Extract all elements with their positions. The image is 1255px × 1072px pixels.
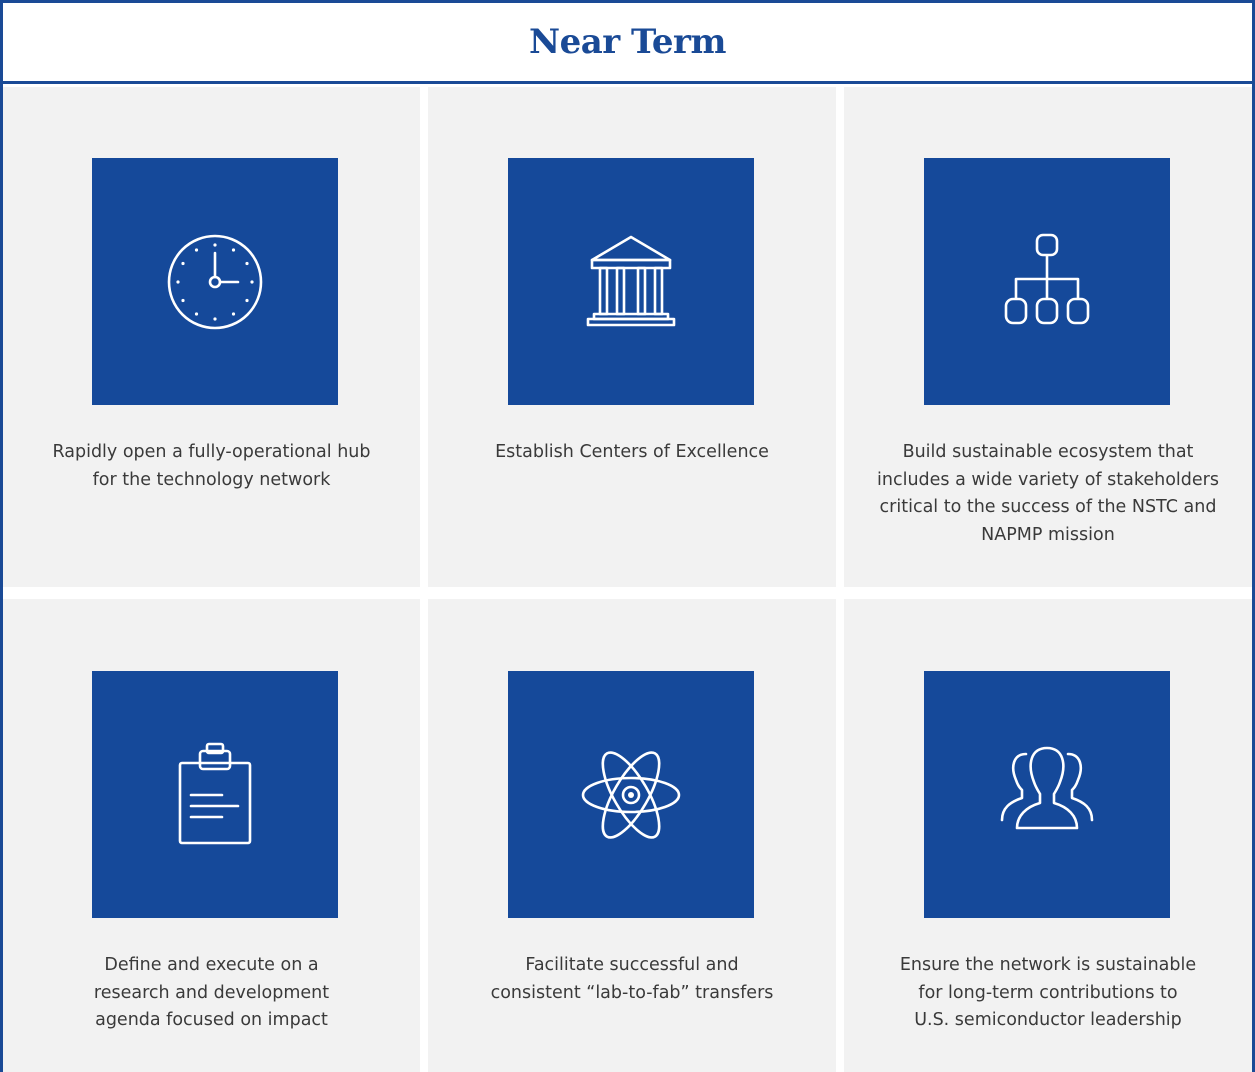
- card-4: Define and execute on a research and dev…: [3, 599, 420, 1072]
- card-caption: Establish Centers of Excellence: [495, 442, 769, 462]
- card-6: Ensure the network is sustainable for lo…: [844, 599, 1252, 1072]
- icon-tile: [924, 671, 1170, 918]
- people-group-icon: [1000, 746, 1094, 829]
- card-3: Build sustainable ecosystem that include…: [844, 87, 1252, 587]
- card-caption: Build sustainable ecosystem that include…: [877, 442, 1219, 545]
- card-2: Establish Centers of Excellence: [428, 87, 836, 587]
- card-1: Rapidly open a fully-operational hub for…: [3, 87, 420, 587]
- card-5: Facilitate successful and consistent “la…: [428, 599, 836, 1072]
- org-chart-icon: [1004, 233, 1090, 324]
- clipboard-icon: [178, 742, 252, 844]
- icon-tile: [924, 158, 1170, 405]
- icon-tile: [508, 158, 754, 405]
- bank-building-icon: [586, 235, 676, 326]
- atom-icon: [581, 750, 681, 839]
- icon-tile: [92, 158, 338, 405]
- card-caption: Ensure the network is sustainable for lo…: [899, 955, 1197, 1030]
- section-header: Near Term: [0, 0, 1255, 84]
- section-title: Near Term: [529, 22, 726, 62]
- icon-tile: [508, 671, 754, 918]
- icon-tile: [92, 671, 338, 918]
- card-caption: Define and execute on a research and dev…: [93, 955, 330, 1030]
- card-caption: Rapidly open a fully-operational hub for…: [52, 442, 371, 490]
- clock-icon: [167, 234, 263, 329]
- card-caption: Facilitate successful and consistent “la…: [490, 955, 774, 1003]
